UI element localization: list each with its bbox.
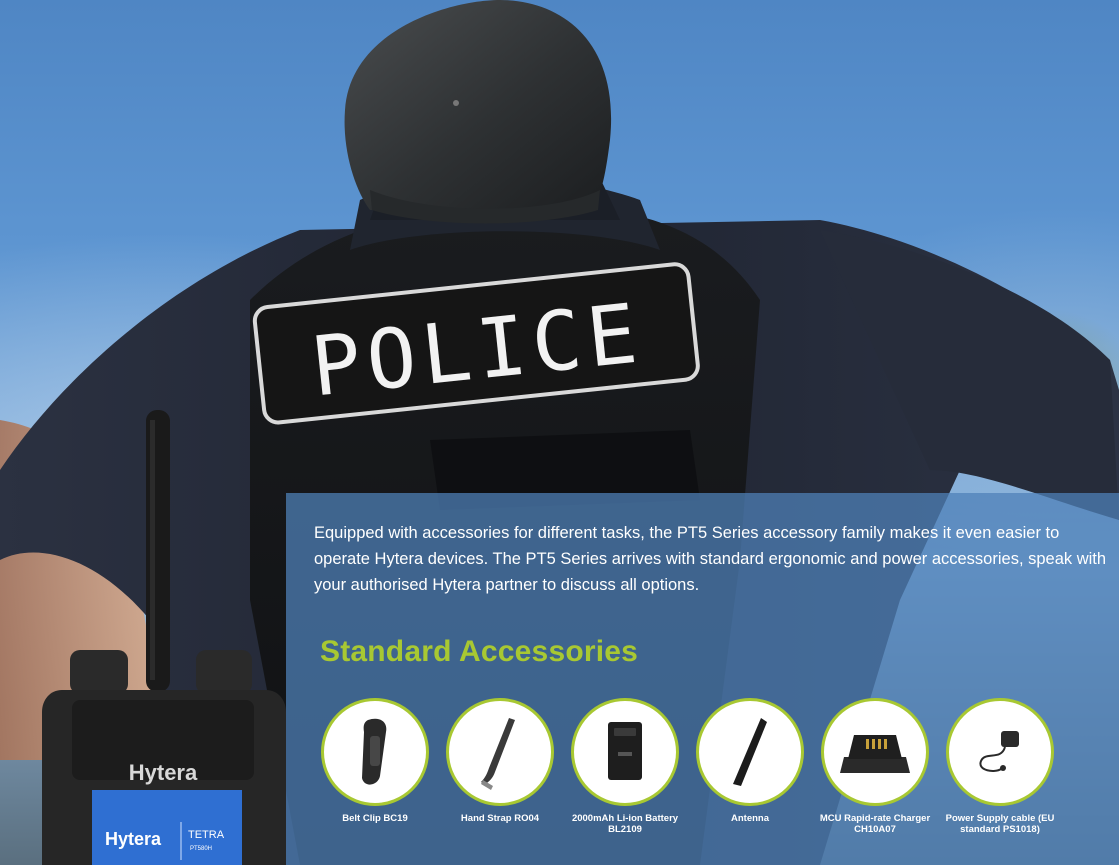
intro-paragraph: Equipped with accessories for different … [314,524,1107,594]
accessory-label: MCU Rapid-rate Charger CH10A07 [819,813,931,835]
accessory-antenna: Antenna [687,698,813,824]
accessory-label: Antenna [731,813,769,824]
accessory-label: Hand Strap RO04 [460,813,540,824]
accessory-charger: MCU Rapid-rate Charger CH10A07 [812,698,938,835]
charger-icon [821,698,929,806]
radio-screen-tetra: TETRA [188,829,225,841]
radio-screen-model: PT580H [190,846,212,852]
antenna-shape [146,410,170,692]
accessory-belt-clip: Belt Clip BC19 [312,698,438,824]
accessory-power-cable: Power Supply cable (EU standard PS1018) [937,698,1063,835]
section-title: Standard Accessories [320,635,639,668]
accessory-hand-strap: Hand Strap RO04 [437,698,563,824]
battery-icon [571,698,679,806]
power-cable-icon [946,698,1054,806]
accessory-label: Power Supply cable (EU standard PS1018) [945,813,1055,835]
belt-clip-icon [321,698,429,806]
radio-screen-brand: Hytera [105,829,162,849]
radio-device-image: Hytera Hytera TETRA PT580H [42,410,286,865]
antenna-icon [696,698,804,806]
accessory-battery: 2000mAh Li-ion Battery BL2109 [562,698,688,835]
accessory-label: Belt Clip BC19 [342,813,408,824]
accessory-label: 2000mAh Li-ion Battery BL2109 [571,813,679,835]
page-canvas: POLICE Hytera Hytera TETRA PT580H Equipp… [0,0,1119,865]
radio-brand-text: Hytera [129,760,198,785]
radio-screen [92,790,242,865]
hand-strap-icon [446,698,554,806]
